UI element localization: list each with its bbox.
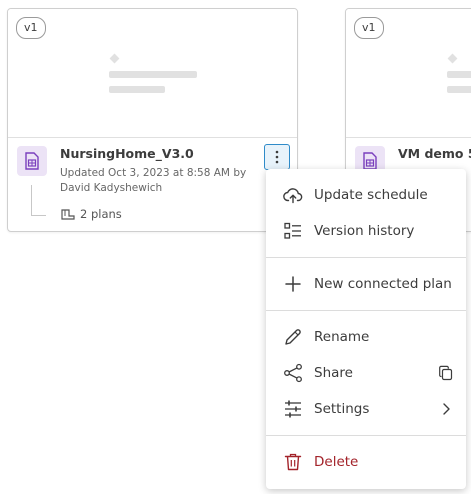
menu-divider xyxy=(266,435,466,436)
menu-item-new-connected-plan[interactable]: New connected plan xyxy=(266,266,466,302)
plan-card[interactable]: v1 NursingHome_V3.0 Updated Oct 3, 2023 … xyxy=(7,8,298,232)
connected-plans[interactable]: 2 plans xyxy=(61,207,122,221)
share-icon xyxy=(284,363,302,383)
placeholder-bar xyxy=(109,86,165,93)
list-icon xyxy=(284,222,301,239)
menu-item-label: New connected plan xyxy=(314,276,452,292)
menu-item-label: Update schedule xyxy=(314,187,428,203)
menu-divider xyxy=(266,257,466,258)
plus-icon xyxy=(285,276,301,292)
menu-divider xyxy=(266,310,466,311)
menu-item-label: Settings xyxy=(314,401,370,417)
card-thumbnail[interactable]: v1 xyxy=(346,9,471,138)
menu-item-share[interactable]: Share xyxy=(266,355,466,391)
schedule-file-icon xyxy=(17,146,47,176)
plans-icon xyxy=(61,209,75,220)
pencil-icon xyxy=(285,329,301,345)
menu-item-label: Share xyxy=(314,365,353,381)
version-badge: v1 xyxy=(354,17,384,39)
menu-item-version-history[interactable]: Version history xyxy=(266,213,466,249)
version-badge: v1 xyxy=(16,17,46,39)
tree-connector xyxy=(31,185,46,216)
card-thumbnail[interactable]: v1 xyxy=(8,9,297,138)
sliders-icon xyxy=(285,400,301,418)
menu-item-settings[interactable]: Settings xyxy=(266,391,466,427)
placeholder-bar xyxy=(447,71,471,78)
placeholder-bar xyxy=(109,71,197,78)
menu-item-label: Delete xyxy=(314,454,359,470)
copy-icon[interactable] xyxy=(438,365,454,381)
chevron-right-icon xyxy=(443,403,450,415)
card-updated-text: Updated Oct 3, 2023 at 8:58 AM by xyxy=(60,167,247,179)
card-title[interactable]: NursingHome_V3.0 xyxy=(60,146,194,161)
card-title[interactable]: VM demo 5 - xyxy=(398,146,471,161)
placeholder-bar xyxy=(447,86,471,93)
placeholder-diamond xyxy=(447,53,458,64)
menu-item-update-schedule[interactable]: Update schedule xyxy=(266,177,466,213)
menu-item-rename[interactable]: Rename xyxy=(266,319,466,355)
context-menu: Update schedule Version history New conn… xyxy=(266,169,466,489)
kebab-icon xyxy=(275,150,279,164)
cloud-upload-icon xyxy=(283,188,303,204)
more-options-button[interactable] xyxy=(264,144,290,170)
placeholder-diamond xyxy=(109,53,120,64)
trash-icon xyxy=(284,453,302,471)
menu-item-delete[interactable]: Delete xyxy=(266,444,466,480)
menu-item-label: Version history xyxy=(314,223,415,239)
card-author: David Kadyshewich xyxy=(60,182,163,194)
menu-item-label: Rename xyxy=(314,329,370,345)
plans-count: 2 plans xyxy=(80,207,122,221)
